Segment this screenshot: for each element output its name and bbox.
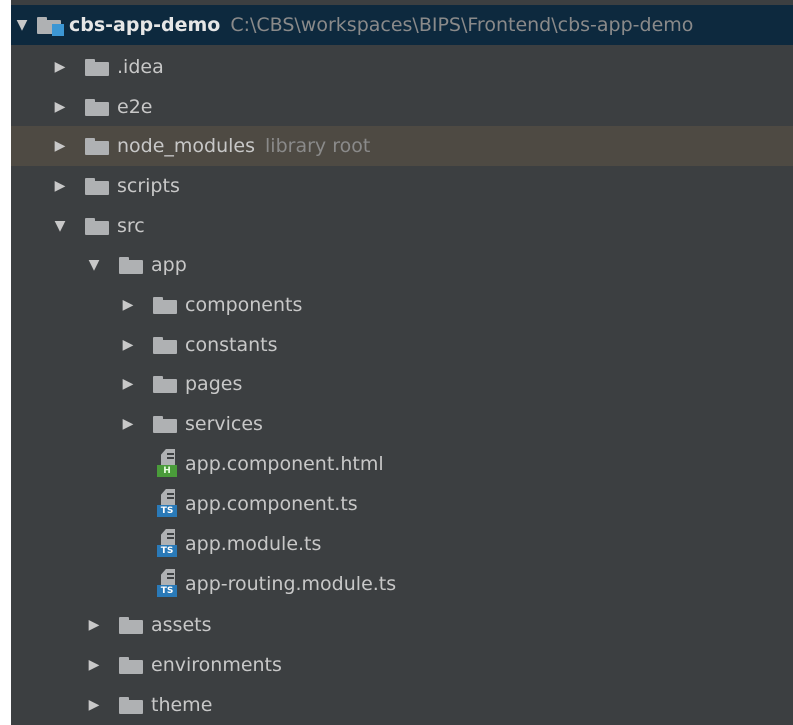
folder-icon: [119, 616, 143, 634]
typescript-file-icon: TS: [157, 529, 179, 559]
collapse-arrow-icon[interactable]: ▼: [83, 257, 105, 273]
tree-item-environments[interactable]: ▶ environments: [11, 645, 793, 685]
tree-item-label: e2e: [117, 96, 153, 118]
tree-item-label: services: [185, 413, 263, 435]
expand-arrow-icon[interactable]: ▶: [117, 376, 139, 392]
tree-item-e2e[interactable]: ▶ e2e: [11, 87, 793, 127]
tree-item-constants[interactable]: ▶ constants: [11, 325, 793, 365]
folder-icon: [153, 296, 177, 314]
tree-item-label: components: [185, 294, 303, 316]
tree-item-label: app.module.ts: [185, 533, 322, 555]
tree-item-services[interactable]: ▶ services: [11, 404, 793, 444]
typescript-file-icon: TS: [157, 569, 179, 599]
tree-item-app-module-ts[interactable]: TS app.module.ts: [11, 524, 793, 564]
tree-item-scripts[interactable]: ▶ scripts: [11, 166, 793, 206]
library-root-hint: library root: [265, 135, 371, 157]
folder-icon: [119, 696, 143, 714]
collapse-arrow-icon[interactable]: ▼: [49, 218, 71, 234]
tree-item-pages[interactable]: ▶ pages: [11, 364, 793, 404]
tree-item-label: constants: [185, 334, 278, 356]
project-tool-window: ▼ cbs-app-demo C:\CBS\workspaces\BIPS\Fr…: [0, 0, 793, 725]
expand-arrow-icon[interactable]: ▶: [49, 99, 71, 115]
tree-item-label: app.component.ts: [185, 493, 358, 515]
expand-arrow-icon[interactable]: ▶: [117, 337, 139, 353]
collapse-arrow-icon[interactable]: ▼: [11, 17, 33, 33]
folder-icon: [153, 336, 177, 354]
left-border: [0, 0, 11, 725]
folder-icon: [119, 656, 143, 674]
tree-item-app[interactable]: ▼ app: [11, 245, 793, 285]
tree-item-label: scripts: [117, 175, 180, 197]
tree-item-assets[interactable]: ▶ assets: [11, 605, 793, 645]
folder-icon: [85, 177, 109, 195]
folder-icon: [119, 256, 143, 274]
tree-item-label: environments: [151, 654, 282, 676]
tree-item-label: app-routing.module.ts: [185, 573, 397, 595]
expand-arrow-icon[interactable]: ▶: [83, 657, 105, 673]
typescript-file-icon: TS: [157, 489, 179, 519]
tree-item-idea[interactable]: ▶ .idea: [11, 47, 793, 87]
folder-icon: [85, 98, 109, 116]
expand-arrow-icon[interactable]: ▶: [49, 59, 71, 75]
tree-item-label: assets: [151, 614, 212, 636]
tree-item-label: theme: [151, 694, 213, 716]
tree-item-label: app: [151, 254, 187, 276]
folder-icon: [85, 217, 109, 235]
html-file-icon: H: [157, 449, 179, 479]
tree-item-label: app.component.html: [185, 453, 384, 475]
expand-arrow-icon[interactable]: ▶: [117, 416, 139, 432]
expand-arrow-icon[interactable]: ▶: [83, 697, 105, 713]
tree-item-label: cbs-app-demo: [69, 14, 221, 36]
expand-arrow-icon[interactable]: ▶: [83, 617, 105, 633]
folder-icon: [153, 375, 177, 393]
folder-icon: [85, 58, 109, 76]
tree-item-node-modules[interactable]: ▶ node_modules library root: [11, 126, 793, 166]
expand-arrow-icon[interactable]: ▶: [49, 178, 71, 194]
tree-item-theme[interactable]: ▶ theme: [11, 685, 793, 725]
tree-item-label: pages: [185, 373, 243, 395]
tree-item-app-routing-module-ts[interactable]: TS app-routing.module.ts: [11, 564, 793, 604]
tree-item-label: .idea: [117, 56, 164, 78]
tree-item-app-component-html[interactable]: H app.component.html: [11, 444, 793, 484]
tree-item-label: src: [117, 215, 145, 237]
tree-item-components[interactable]: ▶ components: [11, 285, 793, 325]
tree-item-path: C:\CBS\workspaces\BIPS\Frontend\cbs-app-…: [230, 14, 694, 36]
expand-arrow-icon[interactable]: ▶: [49, 138, 71, 154]
folder-icon: [85, 137, 109, 155]
tree-item-app-component-ts[interactable]: TS app.component.ts: [11, 484, 793, 524]
folder-icon: [153, 415, 177, 433]
tree-item-src[interactable]: ▼ src: [11, 206, 793, 246]
module-folder-icon: [37, 16, 64, 36]
tree-root-cbs-app-demo[interactable]: ▼ cbs-app-demo C:\CBS\workspaces\BIPS\Fr…: [11, 5, 793, 45]
expand-arrow-icon[interactable]: ▶: [117, 297, 139, 313]
tree-item-label: node_modules: [117, 135, 256, 157]
